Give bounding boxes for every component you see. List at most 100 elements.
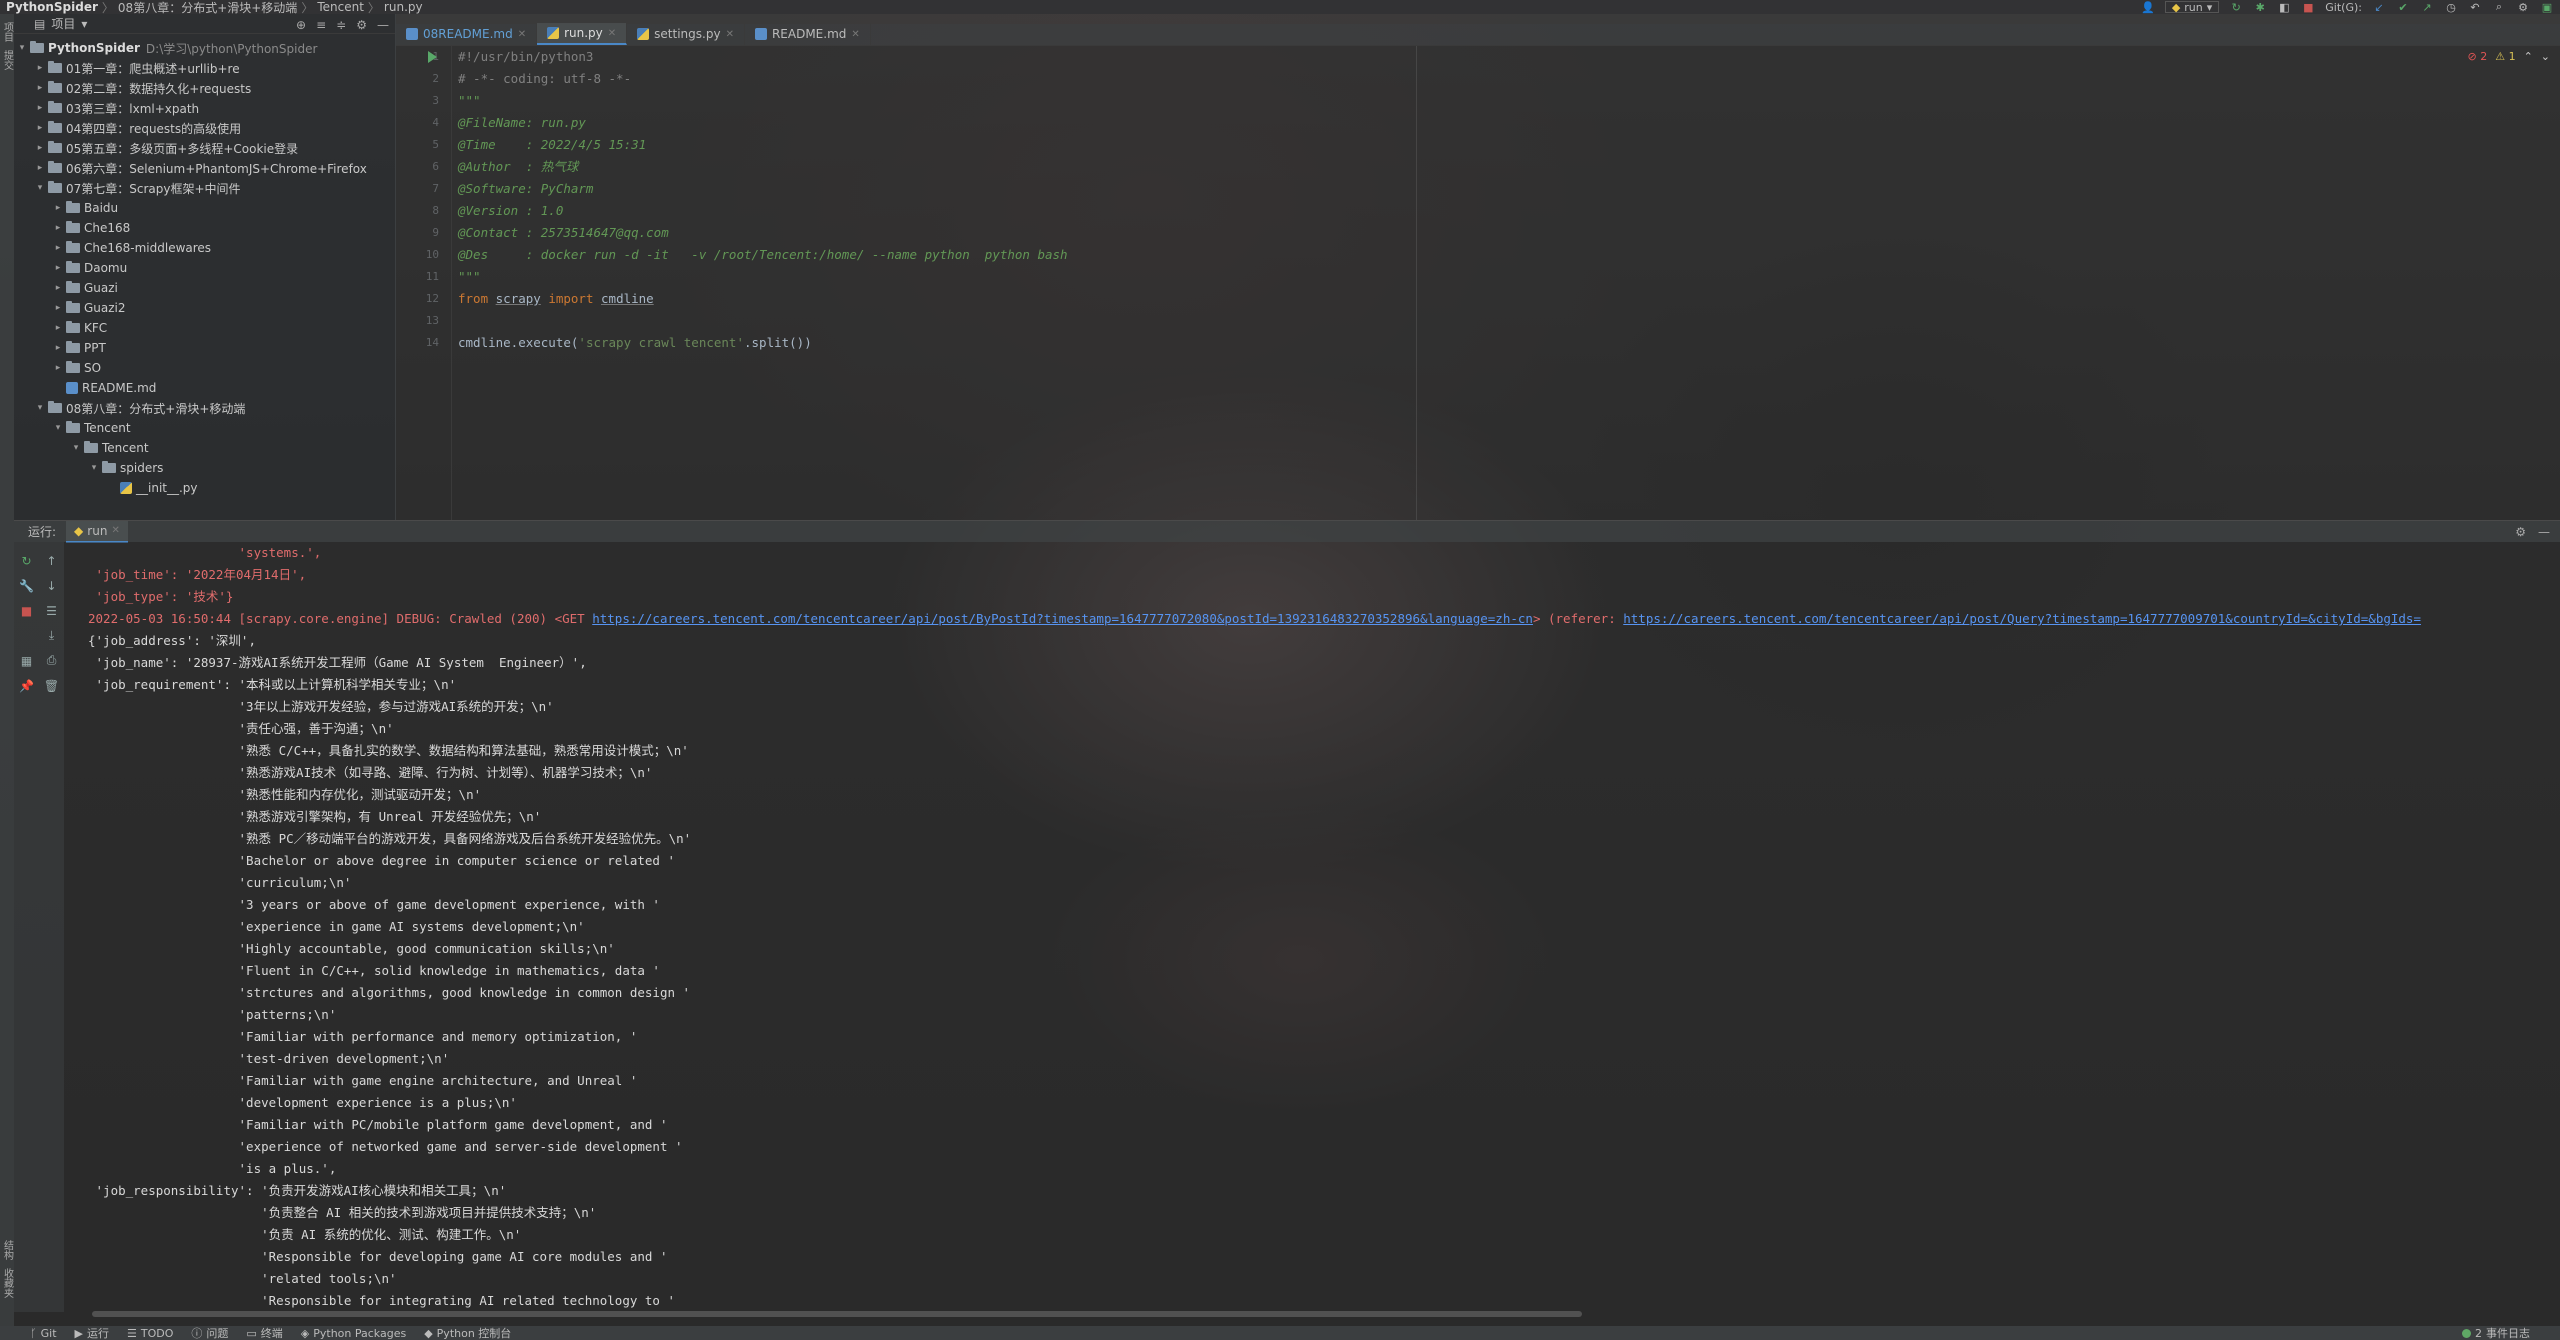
- tree-item[interactable]: ▸ 03第三章：lxml+xpath: [14, 98, 395, 118]
- editor-tab[interactable]: run.py ✕: [537, 23, 628, 45]
- run-gutter-icon[interactable]: [428, 51, 437, 63]
- tree-item[interactable]: ▸ Guazi2: [14, 298, 395, 318]
- close-icon[interactable]: ✕: [851, 29, 859, 40]
- tree-root[interactable]: ▾ PythonSpider D:\学习\python\PythonSpider: [14, 38, 395, 58]
- tree-item[interactable]: ▸ PPT: [14, 338, 395, 358]
- chevron-right-icon[interactable]: ▸: [34, 143, 46, 153]
- ide-update-icon[interactable]: ▣: [2540, 1, 2554, 14]
- scroll-down-icon[interactable]: ↓: [46, 579, 56, 593]
- project-tool-tab[interactable]: 项目: [0, 22, 15, 42]
- chevron-right-icon[interactable]: ▸: [52, 263, 64, 273]
- gear-icon[interactable]: ⚙: [2515, 525, 2526, 539]
- chevron-down-icon[interactable]: ▾: [81, 17, 87, 31]
- hide-icon[interactable]: —: [377, 18, 389, 32]
- chevron-right-icon[interactable]: ▸: [34, 123, 46, 133]
- editor-tab[interactable]: README.md ✕: [745, 23, 871, 45]
- close-icon[interactable]: ✕: [111, 525, 119, 536]
- chevron-down-icon[interactable]: ▾: [52, 423, 64, 433]
- chevron-right-icon[interactable]: ▸: [34, 83, 46, 93]
- soft-wrap-icon[interactable]: ☰: [46, 604, 57, 618]
- tree-item[interactable]: ▸ 01第一章：爬虫概述+urllib+re: [14, 58, 395, 78]
- collapse-all-icon[interactable]: ≑: [336, 18, 346, 32]
- commit-tool-tab[interactable]: 提交: [0, 50, 15, 70]
- coverage-icon[interactable]: ◧: [2277, 1, 2291, 14]
- debug-icon[interactable]: ✱: [2253, 1, 2267, 14]
- chevron-right-icon[interactable]: ▸: [52, 283, 64, 293]
- close-icon[interactable]: ✕: [726, 29, 734, 40]
- inspection-widget[interactable]: ⊘ 2 ⚠ 1 ⌃ ⌄: [2467, 50, 2550, 63]
- console-link[interactable]: https://careers.tencent.com/tencentcaree…: [1623, 611, 2421, 626]
- search-icon[interactable]: ⌕: [2492, 0, 2506, 13]
- trash-icon[interactable]: 🗑: [44, 679, 59, 693]
- tree-item[interactable]: __init__.py: [14, 478, 395, 498]
- tree-item[interactable]: ▾ 08第八章：分布式+滑块+移动端: [14, 398, 395, 418]
- chevron-down-icon[interactable]: ▾: [88, 463, 100, 473]
- git-update-icon[interactable]: ↙: [2372, 1, 2386, 14]
- tree-item[interactable]: ▾ 07第七章：Scrapy框架+中间件: [14, 178, 395, 198]
- pin-icon[interactable]: 📌: [19, 679, 34, 693]
- project-panel-title[interactable]: 项目: [51, 15, 75, 32]
- chevron-right-icon[interactable]: ▸: [52, 343, 64, 353]
- chevron-down-icon[interactable]: ⌄: [2541, 50, 2550, 63]
- tree-item[interactable]: ▸ 02第二章：数据持久化+requests: [14, 78, 395, 98]
- tree-item[interactable]: ▾ Tencent: [14, 438, 395, 458]
- breadcrumb-project[interactable]: PythonSpider: [6, 0, 98, 14]
- close-icon[interactable]: ✕: [608, 28, 616, 39]
- stop-icon[interactable]: ■: [21, 604, 32, 618]
- history-icon[interactable]: ◷: [2444, 1, 2458, 14]
- editor-tab[interactable]: 08README.md ✕: [396, 23, 538, 45]
- editor-tab[interactable]: settings.py ✕: [627, 23, 745, 45]
- rerun-icon[interactable]: ↻: [21, 554, 31, 568]
- chevron-right-icon[interactable]: ▸: [34, 63, 46, 73]
- chevron-up-icon[interactable]: ⌃: [2524, 50, 2533, 63]
- tool-window-button[interactable]: ◆ Python 控制台: [424, 1325, 511, 1340]
- favorites-tool-tab[interactable]: 收藏夹: [0, 1268, 15, 1298]
- chevron-right-icon[interactable]: ▸: [34, 103, 46, 113]
- expand-all-icon[interactable]: ≡: [316, 18, 326, 32]
- tool-window-button[interactable]: ◈ Python Packages: [301, 1327, 406, 1340]
- run-config-select[interactable]: ◆ run ▾: [2164, 1, 2220, 14]
- tree-item[interactable]: ▸ 04第四章：requests的高级使用: [14, 118, 395, 138]
- locate-icon[interactable]: ⊕: [296, 18, 306, 32]
- tree-item[interactable]: ▸ KFC: [14, 318, 395, 338]
- settings-icon[interactable]: ⚙: [2516, 1, 2530, 14]
- tree-item[interactable]: ▸ Baidu: [14, 198, 395, 218]
- tree-item[interactable]: ▸ Che168: [14, 218, 395, 238]
- scroll-to-end-icon[interactable]: ⤓: [49, 628, 54, 643]
- tree-item[interactable]: ▾ Tencent: [14, 418, 395, 438]
- tool-window-button[interactable]: ▭ 终端: [246, 1325, 282, 1340]
- layout-icon[interactable]: ▦: [21, 654, 32, 668]
- scroll-up-icon[interactable]: ↑: [46, 554, 56, 568]
- chevron-right-icon[interactable]: ▸: [52, 323, 64, 333]
- event-log[interactable]: 2 事件日志: [2462, 1326, 2530, 1340]
- gear-icon[interactable]: ⚙: [356, 18, 367, 32]
- git-push-icon[interactable]: ↗: [2420, 1, 2434, 14]
- tree-item[interactable]: README.md: [14, 378, 395, 398]
- chevron-right-icon[interactable]: ▸: [52, 303, 64, 313]
- structure-tool-tab[interactable]: 结构: [0, 1240, 15, 1260]
- chevron-right-icon[interactable]: ▸: [52, 363, 64, 373]
- horizontal-scrollbar[interactable]: [92, 1311, 1582, 1317]
- tree-item[interactable]: ▾ spiders: [14, 458, 395, 478]
- git-commit-icon[interactable]: ✔: [2396, 1, 2410, 14]
- tree-item[interactable]: ▸ Guazi: [14, 278, 395, 298]
- wrench-icon[interactable]: 🔧: [19, 579, 34, 593]
- undo-icon[interactable]: ↶: [2468, 1, 2482, 14]
- stop-icon[interactable]: ■: [2301, 1, 2315, 14]
- chevron-right-icon[interactable]: ▸: [52, 223, 64, 233]
- console-output[interactable]: 'systems.', 'job_time': '2022年04月14日', '…: [64, 542, 2560, 1312]
- chevron-down-icon[interactable]: ▾: [70, 443, 82, 453]
- chevron-down-icon[interactable]: ▾: [34, 403, 46, 413]
- tool-window-button[interactable]: ᚴ Git: [30, 1327, 57, 1340]
- console-link[interactable]: https://careers.tencent.com/tencentcaree…: [592, 611, 1533, 626]
- chevron-down-icon[interactable]: ▾: [16, 43, 28, 53]
- tree-item[interactable]: ▸ 05第五章：多级页面+多线程+Cookie登录: [14, 138, 395, 158]
- chevron-right-icon[interactable]: ▸: [52, 243, 64, 253]
- chevron-down-icon[interactable]: ▾: [34, 183, 46, 193]
- breadcrumb-folder[interactable]: Tencent: [317, 0, 364, 14]
- print-icon[interactable]: ⎙: [47, 653, 57, 668]
- tree-item[interactable]: ▸ Che168-middlewares: [14, 238, 395, 258]
- close-icon[interactable]: ✕: [518, 29, 526, 40]
- rerun-icon[interactable]: ↻: [2229, 1, 2243, 14]
- chevron-right-icon[interactable]: ▸: [52, 203, 64, 213]
